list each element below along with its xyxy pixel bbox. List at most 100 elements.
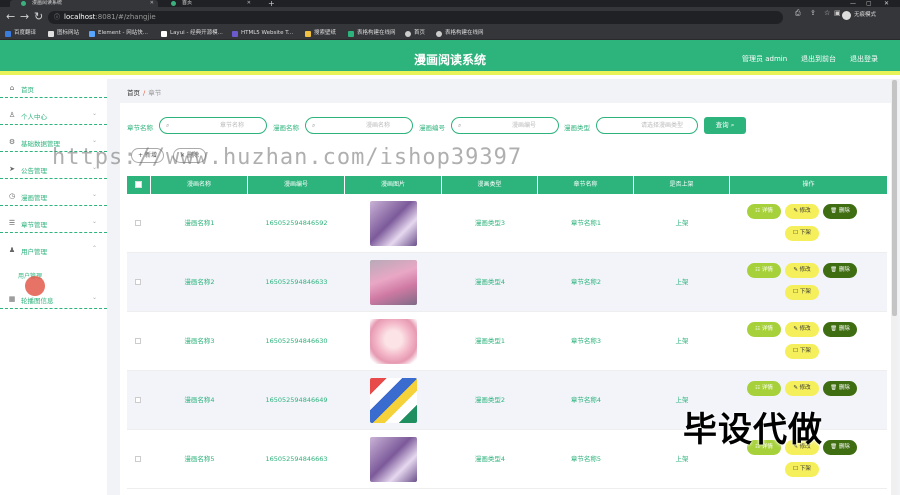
chapter-name-cell: 章节名称1 <box>570 219 602 227</box>
bookmark-item[interactable]: 表格构建在线网 <box>436 29 484 38</box>
edit-button[interactable]: ✎ 修改 <box>785 381 819 396</box>
search-icon: ⌕ <box>166 122 170 129</box>
unlist-button[interactable]: ☐ 下架 <box>785 462 819 477</box>
bookmark-icon <box>436 31 442 37</box>
browser-tab-active[interactable]: 漫画阅读系统 ✕ <box>10 0 158 7</box>
comic-name-cell: 漫画名称1 <box>184 219 215 227</box>
select-all-checkbox[interactable] <box>135 181 142 188</box>
delete-button[interactable]: 🗑 删除 <box>823 440 857 455</box>
delete-button[interactable]: 🗑 删除 <box>823 263 857 278</box>
maximize-icon[interactable]: ▢ <box>866 0 872 7</box>
detail-button[interactable]: ☷ 详情 <box>747 322 781 337</box>
chapter-name-input[interactable]: ⌕ 章节名称 <box>159 117 267 134</box>
scrollbar-thumb[interactable] <box>892 80 897 316</box>
stamp-text: 毕设代做 <box>683 410 823 450</box>
translate-icon[interactable]: ⎙ <box>795 9 801 18</box>
detail-button[interactable]: ☷ 详情 <box>747 381 781 396</box>
comic-code-cell: 165052594846630 <box>265 337 328 345</box>
sidebar-item-users[interactable]: ♟ 用户管理 ⌃ <box>0 241 107 260</box>
favicon-icon <box>21 1 26 6</box>
column-header: 漫画类型 <box>442 176 538 194</box>
extensions-icon[interactable]: ▣ <box>834 9 841 17</box>
bookmark-item[interactable]: 首页 <box>405 29 425 38</box>
row-checkbox[interactable] <box>135 220 141 226</box>
detail-button[interactable]: ☷ 详情 <box>747 204 781 219</box>
close-icon[interactable]: ✕ <box>150 0 154 7</box>
user-icon: ♙ <box>8 111 16 119</box>
delete-button[interactable]: 🗑 删除 <box>823 381 857 396</box>
comic-code-cell: 165052594846633 <box>265 278 328 286</box>
table-header: 漫画名称 漫画编号 漫画图片 漫画类型 章节名称 是否上架 操作 <box>127 176 887 194</box>
column-header: 是否上架 <box>634 176 730 194</box>
unlist-button[interactable]: ☐ 下架 <box>785 226 819 241</box>
logout-link[interactable]: 退出登录 <box>850 54 878 64</box>
close-icon[interactable]: ✕ <box>247 0 251 7</box>
comic-type-select[interactable]: 请选择漫画类型 <box>596 117 698 134</box>
sidebar-item-comic[interactable]: ◷ 漫画管理 ⌄ <box>0 187 107 206</box>
sidebar-item-carousel[interactable]: ▦ 轮播图信息 ⌄ <box>0 290 107 309</box>
forward-icon[interactable]: → <box>20 11 29 23</box>
comic-name-cell: 漫画名称5 <box>184 455 215 463</box>
breadcrumb-home[interactable]: 首页 <box>127 89 140 97</box>
unlist-button[interactable]: ☐ 下架 <box>785 344 819 359</box>
row-checkbox[interactable] <box>135 338 141 344</box>
comic-type-cell: 漫画类型4 <box>474 278 506 286</box>
bookmark-icon <box>5 31 11 37</box>
comic-code-input[interactable]: ⌕ 漫画编号 <box>451 117 559 134</box>
back-to-front-link[interactable]: 退出到前台 <box>801 54 836 64</box>
filter-label: 章节名称 <box>127 124 153 132</box>
sidebar-item-chapter[interactable]: ☰ 章节管理 ⌄ <box>0 214 107 233</box>
sidebar-item-profile[interactable]: ♙ 个人中心 ⌄ <box>0 106 107 125</box>
edit-button[interactable]: ✎ 修改 <box>785 204 819 219</box>
bookmark-item[interactable]: 搜索壁纸 <box>305 29 336 38</box>
filter-label: 漫画编号 <box>419 124 445 132</box>
bookmark-icon <box>348 31 354 37</box>
back-icon[interactable]: ← <box>6 11 15 23</box>
edit-button[interactable]: ✎ 修改 <box>785 263 819 278</box>
comic-name-input[interactable]: ⌕ 漫画名称 <box>305 117 413 134</box>
watermark-text: https://www.huzhan.com/ishop39397 <box>52 145 523 170</box>
row-checkbox[interactable] <box>135 397 141 403</box>
window-close-icon[interactable]: ✕ <box>884 0 889 7</box>
table-row: 漫画名称3 165052594846630 漫画类型1 章节名称3 上架 ☷ 详… <box>127 312 887 371</box>
breadcrumb-current: 章节 <box>148 89 162 97</box>
comic-code-cell: 165052594846663 <box>265 455 328 463</box>
star-icon[interactable]: ☆ <box>824 9 830 17</box>
column-header: 漫画名称 <box>151 176 248 194</box>
search-icon: ⌕ <box>458 122 462 129</box>
clock-icon: ◷ <box>8 192 16 200</box>
sidebar-item-home[interactable]: ⌂ 首页 <box>0 79 107 98</box>
bookmark-item[interactable]: 图标网站 <box>48 29 79 38</box>
list-icon: ☰ <box>8 219 16 227</box>
bookmark-item[interactable]: 表格构建在线网 <box>348 29 396 38</box>
browser-tab-inactive[interactable]: 首页 ✕ <box>160 0 255 7</box>
bookmark-icon <box>305 31 311 37</box>
query-button[interactable]: 查询 ⌕ <box>704 117 746 134</box>
edit-button[interactable]: ✎ 修改 <box>785 322 819 337</box>
row-checkbox[interactable] <box>135 456 141 462</box>
detail-button[interactable]: ☷ 详情 <box>747 263 781 278</box>
profile-avatar[interactable] <box>842 11 851 20</box>
column-header: 漫画编号 <box>248 176 345 194</box>
bookmark-icon <box>48 31 54 37</box>
share-icon[interactable]: ⇪ <box>810 9 816 17</box>
bookmark-item[interactable]: 百度翻译 <box>5 29 36 38</box>
url-input[interactable]: ⓘ localhost:8081/#/zhangjie <box>48 11 783 24</box>
delete-button[interactable]: 🗑 删除 <box>823 204 857 219</box>
comic-code-cell: 165052594846649 <box>265 396 328 404</box>
minimize-icon[interactable]: — <box>850 0 856 7</box>
bookmarks-bar: 百度翻译 图标网站 Element - 网站快... Layui - 经典开源模… <box>0 27 900 40</box>
comic-thumbnail <box>370 201 417 246</box>
reload-icon[interactable]: ↻ <box>34 11 43 23</box>
breadcrumb: 首页 / 章节 <box>127 89 162 97</box>
comic-thumbnail <box>370 260 417 305</box>
row-checkbox[interactable] <box>135 279 141 285</box>
chevron-up-icon: ⌃ <box>91 245 97 252</box>
bookmark-item[interactable]: HTML5 Website T... <box>232 29 293 38</box>
bookmark-item[interactable]: Layui - 经典开源模... <box>161 29 223 38</box>
comic-thumbnail <box>370 378 417 423</box>
delete-button[interactable]: 🗑 删除 <box>823 322 857 337</box>
bookmark-item[interactable]: Element - 网站快... <box>89 29 148 38</box>
unlist-button[interactable]: ☐ 下架 <box>785 285 819 300</box>
status-cell: 上架 <box>675 219 689 227</box>
